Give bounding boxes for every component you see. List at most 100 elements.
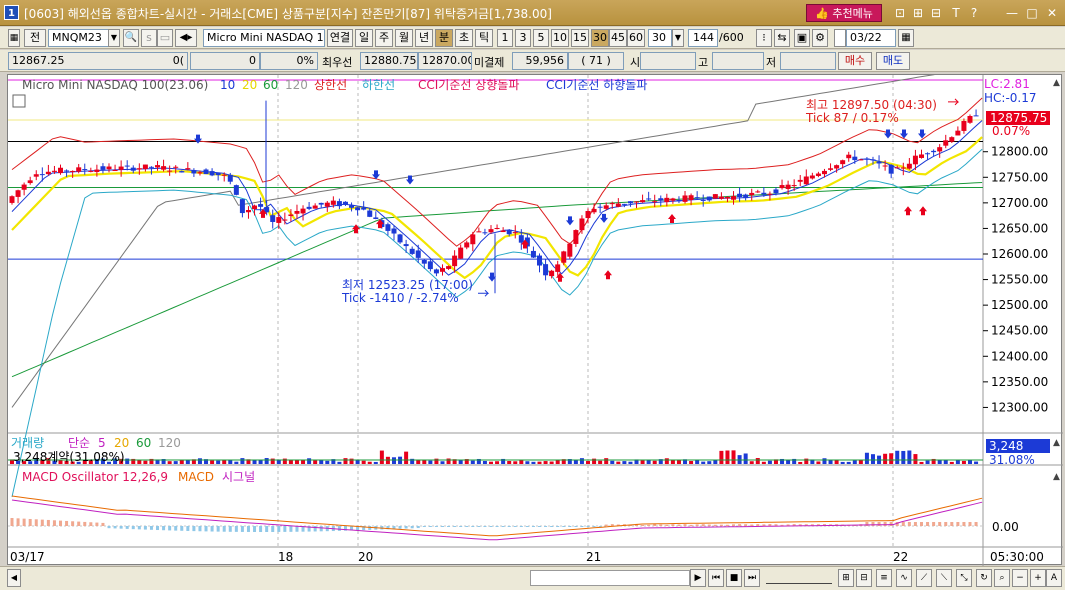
sell-button[interactable]: 매도 bbox=[876, 52, 910, 70]
scale-icon[interactable]: ⇆ bbox=[774, 29, 790, 47]
close-button[interactable]: ✕ bbox=[1044, 5, 1060, 21]
interval-dropdown-icon[interactable]: ▼ bbox=[672, 29, 684, 47]
button-second[interactable]: 초 bbox=[455, 29, 473, 47]
candle-body bbox=[191, 170, 197, 174]
maximize-button[interactable]: □ bbox=[1024, 5, 1040, 21]
macd-bar bbox=[440, 526, 444, 527]
volume-bar bbox=[961, 460, 966, 464]
interval-30[interactable]: 30 bbox=[591, 29, 609, 47]
next-icon[interactable]: ⏭ bbox=[744, 569, 760, 587]
volume-bar bbox=[707, 461, 712, 464]
macd-bar bbox=[756, 524, 760, 526]
channel-icon[interactable]: ⤡ bbox=[956, 569, 972, 587]
button-month[interactable]: 월 bbox=[395, 29, 413, 47]
candle-body bbox=[579, 218, 585, 231]
interval-1[interactable]: 1 bbox=[497, 29, 513, 47]
candle-body bbox=[124, 165, 130, 167]
count-input[interactable]: 144 bbox=[688, 29, 718, 47]
prev-icon[interactable]: ⏮ bbox=[708, 569, 724, 587]
date-checkbox[interactable] bbox=[834, 29, 846, 47]
volume-bar bbox=[689, 461, 694, 464]
macd-bar bbox=[641, 524, 645, 526]
split-icon[interactable]: ⊟ bbox=[856, 569, 872, 587]
volume-bar bbox=[440, 461, 445, 464]
code-dropdown-icon[interactable]: ▼ bbox=[108, 29, 120, 47]
macd-bar bbox=[59, 520, 63, 526]
next-code-icon[interactable]: ▭ bbox=[157, 29, 173, 47]
window-cascade-icon[interactable]: ⊟ bbox=[928, 5, 944, 21]
volume-bar bbox=[307, 458, 312, 464]
candle-body bbox=[39, 174, 45, 176]
interval-input[interactable]: 30 bbox=[648, 29, 672, 47]
legend-settings-icon[interactable] bbox=[12, 94, 26, 108]
button-minute[interactable]: 분 bbox=[435, 29, 453, 47]
macd-bar bbox=[283, 526, 287, 532]
prev-code-icon[interactable]: ꜱ bbox=[141, 29, 157, 47]
font-size-icon[interactable]: T bbox=[948, 5, 964, 21]
button-link[interactable]: 연결 bbox=[327, 29, 353, 47]
high-tick-annotation: Tick 87 / 0.17% bbox=[805, 111, 899, 125]
macd-bar bbox=[428, 526, 432, 527]
zoom-slider[interactable] bbox=[766, 572, 832, 584]
interval-60[interactable]: 60 bbox=[627, 29, 645, 47]
volume-legend-ma5: 5 bbox=[98, 436, 106, 450]
volume-bar bbox=[834, 460, 839, 464]
low-label: 저 bbox=[766, 56, 777, 69]
macd-bar bbox=[416, 526, 420, 529]
button-tick[interactable]: 틱 bbox=[475, 29, 493, 47]
calendar-icon[interactable]: ▦ bbox=[898, 29, 914, 47]
panel-up-icon[interactable]: ▲ bbox=[1053, 78, 1060, 88]
recommend-menu-button[interactable]: 👍 추천메뉴 bbox=[806, 4, 882, 22]
sound-icon[interactable]: ◀▸ bbox=[175, 29, 197, 47]
open-value bbox=[640, 52, 696, 70]
candle-body bbox=[367, 210, 373, 217]
candle-body bbox=[906, 163, 912, 169]
stop-icon[interactable]: ■ bbox=[726, 569, 742, 587]
button-day[interactable]: 일 bbox=[355, 29, 373, 47]
button-year[interactable]: 년 bbox=[415, 29, 433, 47]
scroll-bar[interactable]: ◀ ▶ ⏮ ■ ⏭ ⊞ ⊟ ≡ ∿ ⟋ ⟍ ⤡ ↻ ⌕ − + A bbox=[0, 566, 1065, 590]
chart-area[interactable]: 12800.00 12750.00 12700.00 12650.00 12600.00… bbox=[7, 66, 1063, 566]
interval-3[interactable]: 3 bbox=[515, 29, 531, 47]
trend-icon[interactable]: ⟋ bbox=[916, 569, 932, 587]
settings-icon[interactable]: ⚙ bbox=[812, 29, 828, 47]
interval-45[interactable]: 45 bbox=[609, 29, 627, 47]
candle-body bbox=[112, 170, 118, 172]
buy-button[interactable]: 매수 bbox=[838, 52, 872, 70]
chart-canvas[interactable]: 12800.00 12750.00 12700.00 12650.00 12600.00… bbox=[8, 66, 1063, 566]
interval-15[interactable]: 15 bbox=[571, 29, 589, 47]
compare-icon[interactable]: ≡ bbox=[876, 569, 892, 587]
zoom-out-icon[interactable]: − bbox=[1012, 569, 1028, 587]
zoom-in-icon[interactable]: + bbox=[1030, 569, 1046, 587]
volume-up-icon[interactable]: ▲ bbox=[1053, 438, 1060, 448]
font-a-icon[interactable]: A bbox=[1046, 569, 1062, 587]
minimize-button[interactable]: — bbox=[1004, 5, 1020, 21]
save-icon[interactable]: ▣ bbox=[794, 29, 810, 47]
mode-button[interactable]: 전 bbox=[24, 29, 46, 47]
window-link-icon[interactable]: ⊡ bbox=[892, 5, 908, 21]
candle-body bbox=[537, 255, 543, 266]
search-icon[interactable]: 🔍 bbox=[123, 29, 139, 47]
date-input[interactable]: 03/22 bbox=[846, 29, 896, 47]
button-week[interactable]: 주 bbox=[375, 29, 393, 47]
macd-bar bbox=[368, 526, 372, 530]
chart-type-icon[interactable]: ⁝ bbox=[756, 29, 772, 47]
interval-5[interactable]: 5 bbox=[533, 29, 549, 47]
window-tile-icon[interactable]: ⊞ bbox=[910, 5, 926, 21]
draw-icon[interactable]: ∿ bbox=[896, 569, 912, 587]
macd-bar bbox=[883, 522, 887, 526]
help-icon[interactable]: ? bbox=[966, 5, 982, 21]
interval-10[interactable]: 10 bbox=[551, 29, 569, 47]
macd-bar bbox=[580, 526, 584, 527]
play-icon[interactable]: ▶ bbox=[690, 569, 706, 587]
grid-icon[interactable]: ▦ bbox=[8, 29, 20, 47]
macd-up-icon[interactable]: ▲ bbox=[1053, 472, 1060, 482]
search-zoom-icon[interactable]: ⌕ bbox=[994, 569, 1010, 587]
scroll-left-icon[interactable]: ◀ bbox=[7, 569, 21, 587]
fit-icon[interactable]: ⊞ bbox=[838, 569, 854, 587]
refresh-icon[interactable]: ↻ bbox=[976, 569, 992, 587]
line-icon[interactable]: ⟍ bbox=[936, 569, 952, 587]
volume-bar bbox=[179, 459, 184, 464]
volume-bar bbox=[579, 458, 584, 464]
scroll-thumb[interactable] bbox=[530, 570, 690, 586]
